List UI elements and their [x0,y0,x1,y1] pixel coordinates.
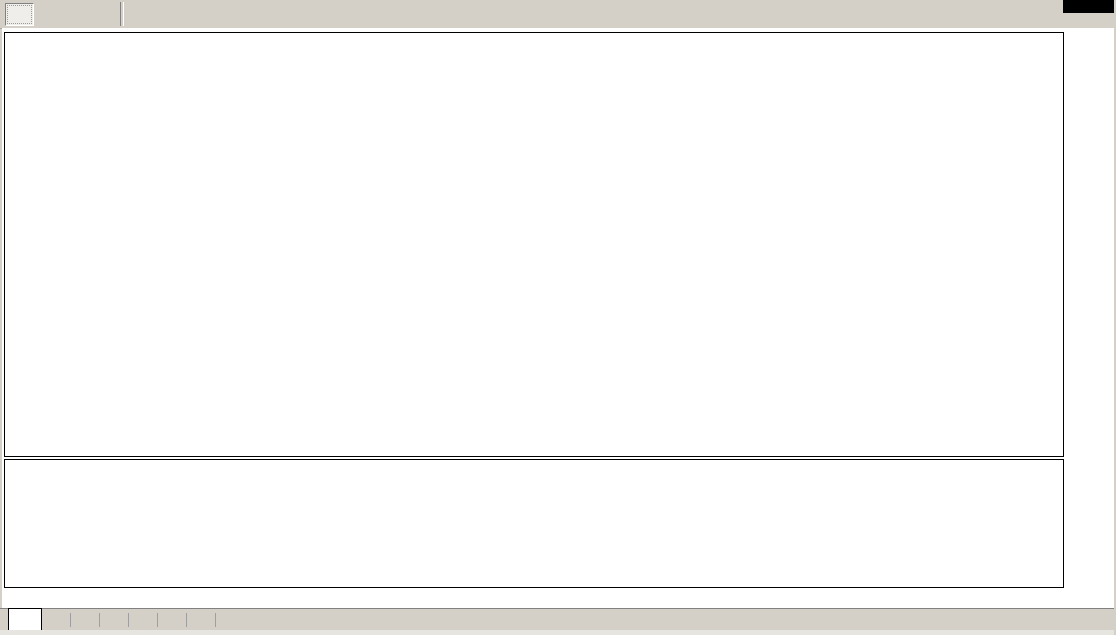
macd-indicator-canvas[interactable] [4,459,1064,588]
tab-eurgbp-h1[interactable] [158,609,186,631]
tab-eurusd-daily[interactable] [8,608,42,631]
price-chart-canvas[interactable] [4,32,1064,457]
tab-nzdusd-h1[interactable] [187,609,215,631]
status-strip [0,630,1116,635]
timeframe-w1-button[interactable] [37,3,64,24]
tab-usdcnh-daily[interactable] [129,609,157,631]
tab-audusd-h4[interactable] [42,609,70,631]
mt4-terminal-window [0,0,1116,635]
timeframe-toolbar [0,0,1116,29]
tab-separator [215,613,216,627]
toolbar-separator [120,2,124,26]
tab-usdchf-daily[interactable] [71,609,99,631]
tab-usdcad-h4[interactable] [100,609,128,631]
current-price-badge [1063,0,1116,13]
chart-tab-bar [0,608,1116,631]
timeframe-d1-button[interactable] [5,3,34,26]
timeframe-mn-button[interactable] [66,3,93,24]
